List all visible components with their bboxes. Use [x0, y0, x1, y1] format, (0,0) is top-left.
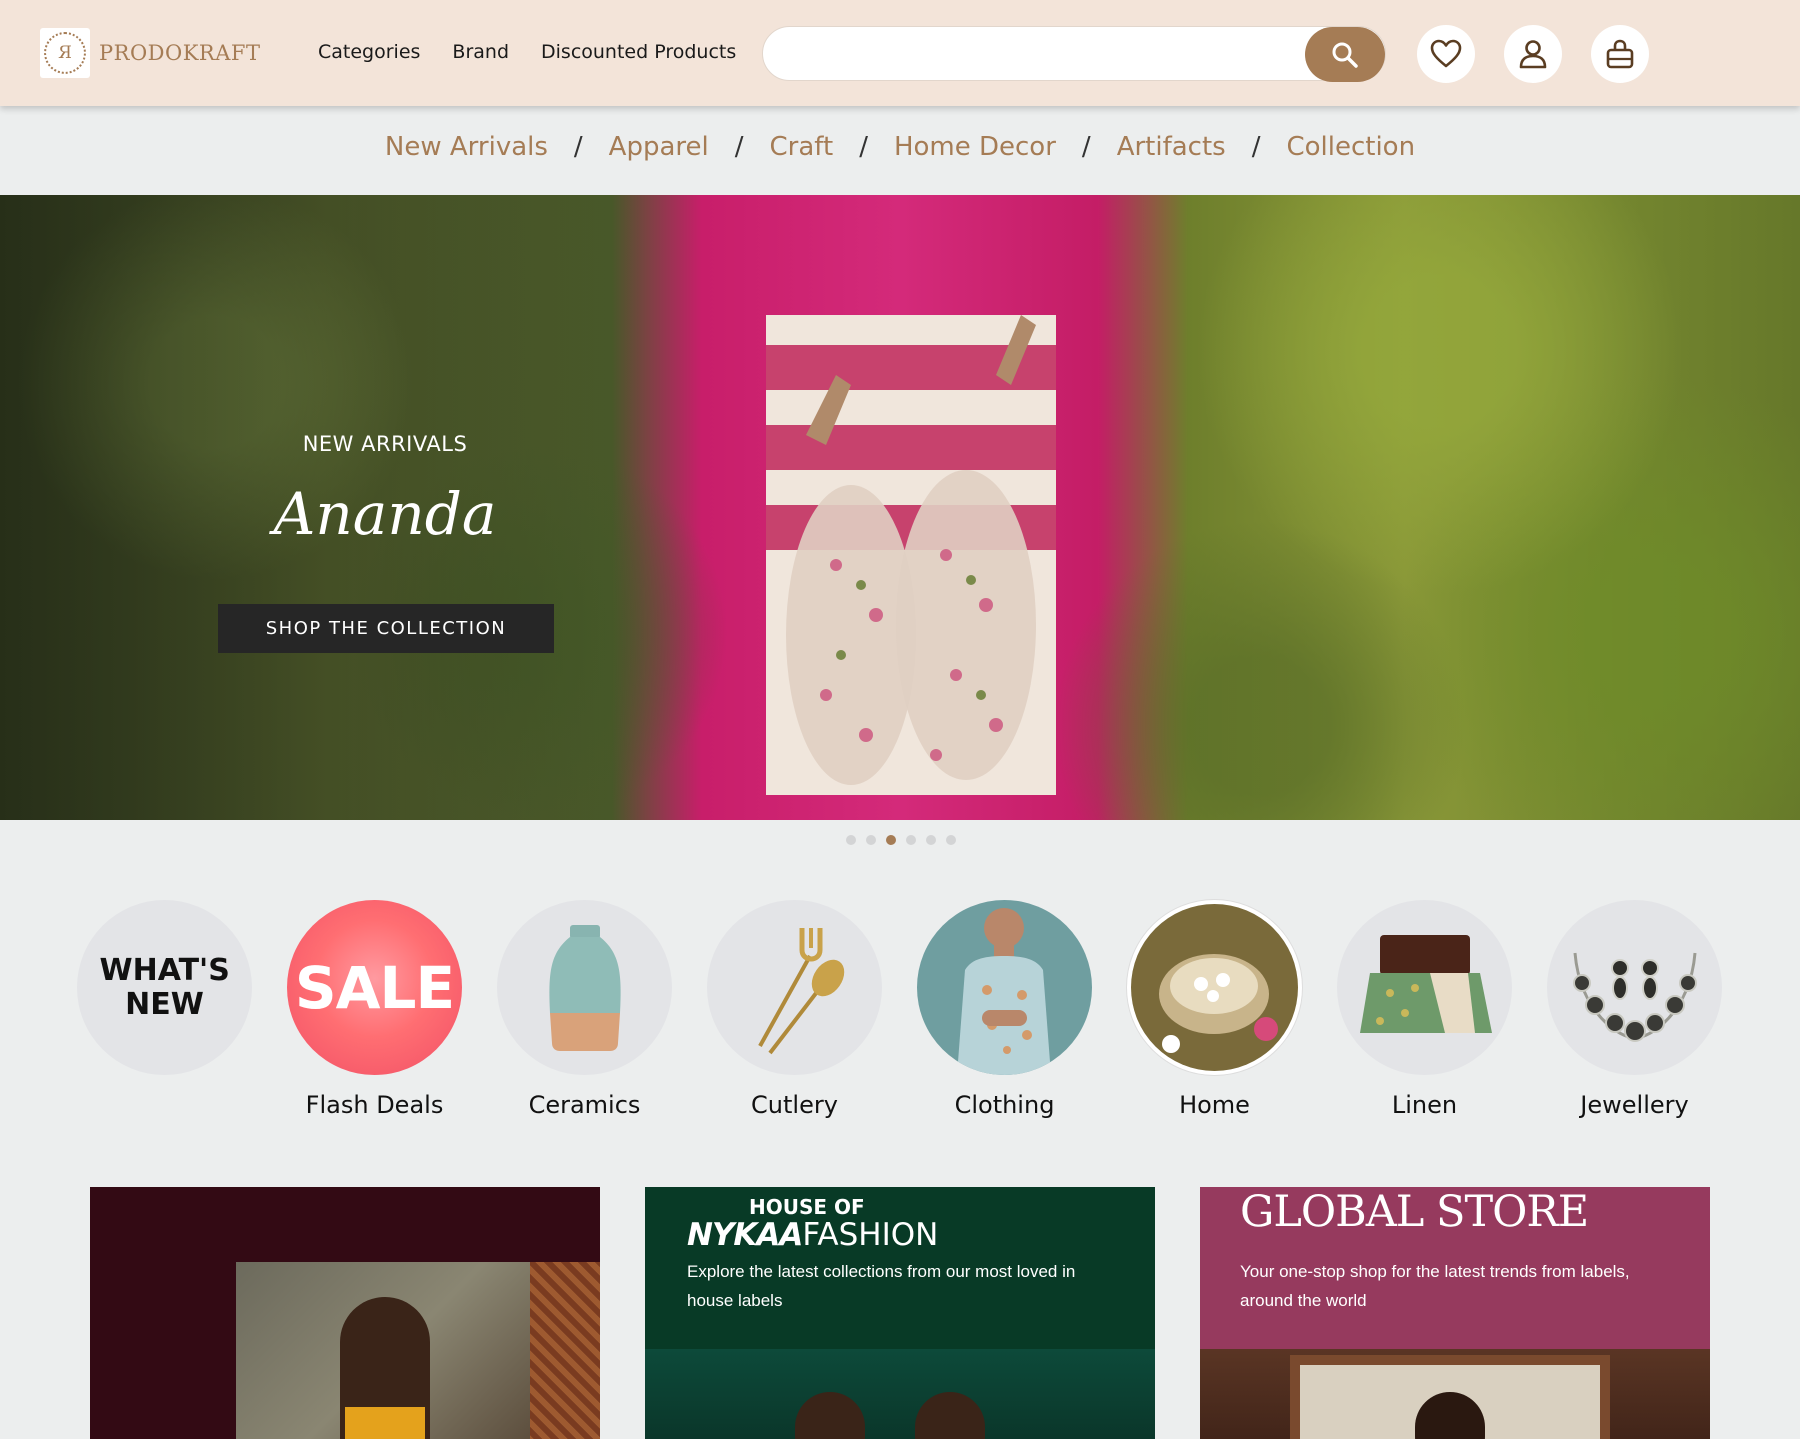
- home-circle: [1127, 900, 1302, 1075]
- logo-monogram: Я: [44, 32, 86, 74]
- global-store-title: GLOBAL STORE: [1240, 1187, 1589, 1237]
- hero-title: Ananda: [273, 480, 497, 548]
- carousel-dot-active[interactable]: [886, 835, 896, 845]
- nykaa-house-of: HOUSE OF: [749, 1195, 865, 1219]
- catnav-craft[interactable]: Craft: [770, 132, 834, 162]
- carousel-dot[interactable]: [946, 835, 956, 845]
- promo-card-global-store[interactable]: GLOBAL STORE Your one-stop shop for the …: [1200, 1187, 1710, 1439]
- category-label: Jewellery: [1580, 1091, 1689, 1119]
- promo-card-featured[interactable]: [90, 1187, 600, 1439]
- nykaa-description: Explore the latest collections from our …: [687, 1262, 1076, 1310]
- shopping-bag-icon: [1606, 39, 1634, 69]
- category-whats-new[interactable]: WHAT'S NEW: [77, 900, 252, 1123]
- account-button[interactable]: [1504, 25, 1562, 83]
- jewellery-circle: [1547, 900, 1722, 1075]
- category-jewellery[interactable]: Jewellery: [1547, 900, 1722, 1123]
- catnav-separator: /: [734, 132, 744, 162]
- whats-new-circle: WHAT'S NEW: [77, 900, 252, 1075]
- featured-rug: [530, 1262, 600, 1439]
- carousel-dot[interactable]: [866, 835, 876, 845]
- catnav-home-decor[interactable]: Home Decor: [894, 132, 1056, 162]
- shop-collection-button[interactable]: SHOP THE COLLECTION: [218, 604, 554, 653]
- clothing-circle: [917, 900, 1092, 1075]
- nav-categories[interactable]: Categories: [318, 41, 420, 63]
- category-label: Flash Deals: [305, 1091, 444, 1119]
- catnav-artifacts[interactable]: Artifacts: [1117, 132, 1226, 162]
- necklace-image: [1572, 952, 1697, 1042]
- carousel-dot[interactable]: [906, 835, 916, 845]
- carousel-dot[interactable]: [926, 835, 936, 845]
- category-clothing[interactable]: Clothing: [917, 900, 1092, 1123]
- cart-button[interactable]: [1591, 25, 1649, 83]
- brand-name: PRODOKRAFT: [99, 41, 261, 65]
- carousel-dots: [846, 835, 956, 845]
- global-store-description: Your one-stop shop for the latest trends…: [1240, 1262, 1630, 1310]
- hero-kicker: NEW ARRIVALS: [302, 432, 468, 456]
- nav-discounted-products[interactable]: Discounted Products: [541, 41, 736, 63]
- carousel-dot[interactable]: [846, 835, 856, 845]
- category-ceramics[interactable]: Ceramics: [497, 900, 672, 1123]
- catnav-apparel[interactable]: Apparel: [609, 132, 709, 162]
- search-button[interactable]: [1305, 27, 1385, 82]
- catnav-new-arrivals[interactable]: New Arrivals: [385, 132, 548, 162]
- sale-circle: SALE: [287, 900, 462, 1075]
- category-label: Linen: [1391, 1091, 1458, 1119]
- nav-brand[interactable]: Brand: [452, 41, 509, 63]
- bed-linen-image: [1359, 934, 1492, 1033]
- catnav-collection[interactable]: Collection: [1286, 132, 1415, 162]
- site-header: Я PRODOKRAFT Categories Brand Discounted…: [0, 0, 1800, 106]
- urli-bowl-image: [1131, 904, 1298, 1071]
- top-nav: Categories Brand Discounted Products: [318, 41, 736, 63]
- cutlery-circle: [707, 900, 882, 1075]
- wishlist-button[interactable]: [1417, 25, 1475, 83]
- clothing-model-image: [957, 908, 1051, 1075]
- search-icon: [1332, 42, 1358, 68]
- category-home[interactable]: Home: [1127, 900, 1302, 1123]
- nykaa-logo: NYKAAFASHION: [687, 1217, 938, 1253]
- hero-rug-image: [766, 315, 1056, 795]
- category-label: Cutlery: [751, 1091, 838, 1119]
- heart-icon: [1430, 39, 1462, 68]
- sale-badge: SALE: [294, 953, 455, 1022]
- search-bar: [762, 26, 1386, 82]
- category-cutlery[interactable]: Cutlery: [707, 900, 882, 1123]
- nykaa-brand: NYKAA: [687, 1217, 803, 1253]
- catnav-separator: /: [1251, 132, 1261, 162]
- vase-icon: [548, 924, 621, 1051]
- linen-circle: [1337, 900, 1512, 1075]
- cutlery-icon: [757, 927, 844, 1054]
- category-label: Clothing: [954, 1091, 1055, 1119]
- category-label: Ceramics: [528, 1091, 641, 1119]
- category-flash-deals[interactable]: SALE Flash Deals: [287, 900, 462, 1123]
- search-input[interactable]: [785, 35, 1255, 73]
- catnav-separator: /: [1081, 132, 1091, 162]
- category-circles: WHAT'S NEW SALE Flash Deals Ceramics Cut…: [77, 900, 1722, 1123]
- promo-card-nykaa[interactable]: HOUSE OF NYKAAFASHION Explore the latest…: [645, 1187, 1155, 1439]
- category-nav: New Arrivals / Apparel / Craft / Home Decor / Ar…: [0, 132, 1800, 162]
- catnav-separator: /: [859, 132, 868, 162]
- nykaa-fashion: FASHION: [802, 1217, 939, 1253]
- category-label: [77, 1091, 252, 1123]
- ceramics-circle: [497, 900, 672, 1075]
- whats-new-badge: WHAT'S NEW: [99, 952, 230, 1022]
- nykaa-photo: [645, 1349, 1155, 1439]
- catnav-separator: /: [573, 132, 583, 162]
- user-icon: [1519, 40, 1547, 69]
- featured-model-outfit: [345, 1407, 425, 1439]
- hero-banner[interactable]: NEW ARRIVALS Ananda SHOP THE COLLECTION: [0, 195, 1800, 820]
- category-label: Home: [1179, 1091, 1250, 1119]
- logo-mark: Я: [40, 28, 90, 78]
- category-linen[interactable]: Linen: [1337, 900, 1512, 1123]
- brand-logo[interactable]: Я PRODOKRAFT: [40, 28, 260, 78]
